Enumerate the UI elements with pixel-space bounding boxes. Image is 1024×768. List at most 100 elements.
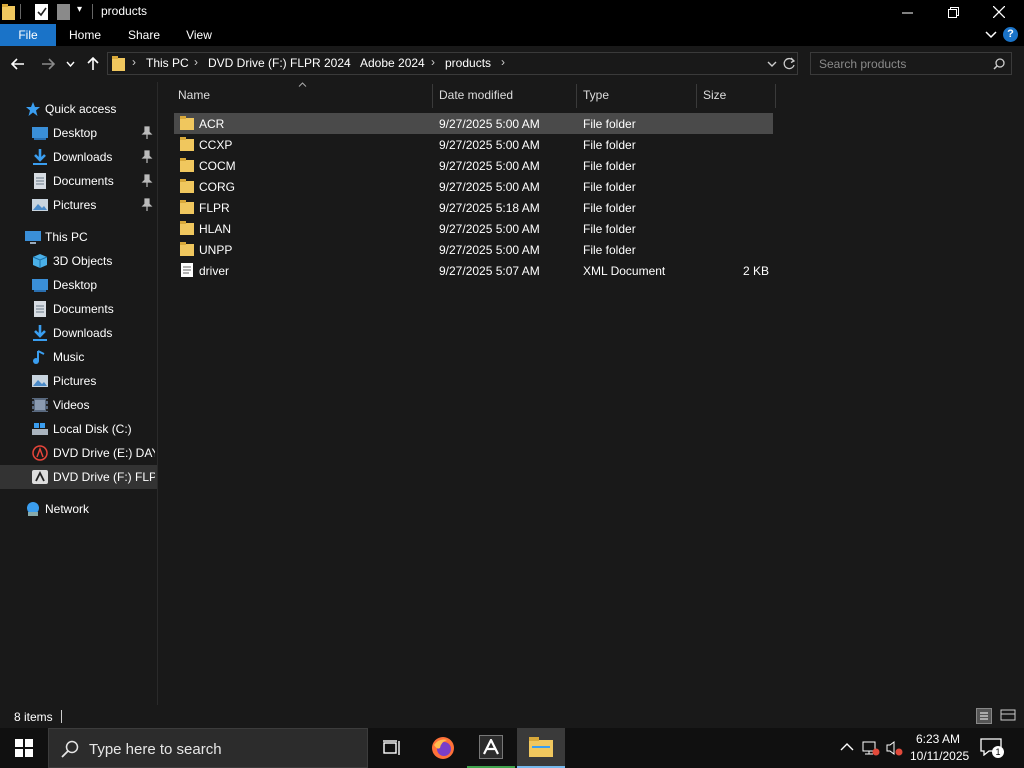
nav-3d-objects[interactable]: 3D Objects [0,249,157,273]
minimize-button[interactable] [884,0,930,24]
recent-locations-button[interactable] [62,54,78,74]
network-icon [27,502,39,516]
forward-button[interactable] [38,54,58,74]
column-divider[interactable] [775,84,776,108]
nav-qa-documents[interactable]: Documents [0,169,157,193]
taskbar-search-box[interactable]: Type here to search [48,728,368,768]
search-icon[interactable] [993,58,1005,70]
folder-icon [2,4,15,20]
nav-label: Quick access [45,102,117,116]
file-type: XML Document [583,264,666,278]
window-title: products [101,4,148,18]
refresh-icon[interactable] [783,57,796,70]
column-divider[interactable] [696,84,697,108]
nav-pictures[interactable]: Pictures [0,369,157,393]
nav-network[interactable]: Network [0,497,157,521]
breadcrumb-this-pc[interactable]: This PC [146,56,189,70]
file-row[interactable]: driver 9/27/2025 5:07 AM XML Document 2 … [174,260,773,281]
file-type: File folder [583,243,636,257]
3d-objects-icon [32,254,48,268]
nav-label: Downloads [53,326,113,340]
nav-qa-desktop[interactable]: Desktop [0,121,157,145]
nav-qa-downloads[interactable]: Downloads [0,145,157,169]
nav-local-disk-c[interactable]: Local Disk (C:) [0,417,157,441]
nav-qa-pictures[interactable]: Pictures [0,193,157,217]
expand-ribbon-icon[interactable] [985,30,997,40]
nav-dvd-drive-e[interactable]: DVD Drive (E:) DAY_ [0,441,157,465]
file-type: File folder [583,201,636,215]
breadcrumb-separator-icon[interactable]: › [501,55,505,69]
computer-icon [25,231,41,244]
nav-label: Downloads [53,150,113,164]
properties-icon[interactable] [35,4,48,20]
item-count: 8 items [14,710,53,724]
taskbar-app-firefox[interactable] [419,728,467,768]
address-bar[interactable]: › This PC › DVD Drive (F:) FLPR 2024 › A… [107,52,798,75]
breadcrumb-separator-icon[interactable]: › [132,55,136,69]
column-header-size[interactable]: Size [703,88,726,102]
show-hidden-icons-chevron-icon[interactable] [840,742,854,751]
large-icons-view-button[interactable] [1000,708,1018,724]
restore-button[interactable] [930,0,976,24]
tab-file[interactable]: File [0,24,56,46]
file-row[interactable]: UNPP 9/27/2025 5:00 AM File folder [174,239,773,260]
chevron-down-icon[interactable] [767,61,777,67]
breadcrumb-separator-icon[interactable]: › [431,55,435,69]
details-view-button[interactable] [976,708,992,724]
customize-qa-icon[interactable]: ▾ [77,4,82,15]
column-divider[interactable] [432,84,433,108]
file-date: 9/27/2025 5:00 AM [439,138,540,152]
tab-home[interactable]: Home [60,24,110,46]
search-input[interactable] [811,53,991,74]
clock-time[interactable]: 6:23 AM [916,732,960,746]
breadcrumb-separator-icon[interactable]: › [346,55,350,69]
notification-center-button[interactable]: 1 [980,738,1004,760]
search-box[interactable] [810,52,1012,75]
tab-share[interactable]: Share [118,24,170,46]
tab-view[interactable]: View [175,24,223,46]
file-row[interactable]: HLAN 9/27/2025 5:00 AM File folder [174,218,773,239]
breadcrumb-separator-icon[interactable]: › [194,55,198,69]
nav-videos[interactable]: Videos [0,393,157,417]
file-row[interactable]: ACR 9/27/2025 5:00 AM File folder [174,113,773,134]
column-header-name[interactable]: Name [178,88,210,102]
breadcrumb-products[interactable]: products [445,56,491,70]
nav-quick-access[interactable]: Quick access [0,97,157,121]
up-button[interactable] [83,54,103,74]
file-row[interactable]: FLPR 9/27/2025 5:18 AM File folder [174,197,773,218]
pin-icon[interactable] [141,174,153,188]
volume-muted-icon[interactable] [886,740,904,756]
pin-icon[interactable] [141,150,153,164]
column-header-type[interactable]: Type [583,88,609,102]
breadcrumb-adobe-2024[interactable]: Adobe 2024 [360,56,425,70]
nav-dvd-drive-f[interactable]: DVD Drive (F:) FLPR [0,465,157,489]
nav-documents[interactable]: Documents [0,297,157,321]
network-status-icon[interactable] [862,740,880,756]
task-view-button[interactable] [368,728,416,768]
column-header-date-modified[interactable]: Date modified [439,88,513,102]
taskbar-search-placeholder: Type here to search [89,741,222,758]
file-row[interactable]: CORG 9/27/2025 5:00 AM File folder [174,176,773,197]
breadcrumb-dvd-drive[interactable]: DVD Drive (F:) FLPR 2024 [208,56,351,70]
help-icon[interactable]: ? [1003,27,1018,42]
file-row[interactable]: CCXP 9/27/2025 5:00 AM File folder [174,134,773,155]
taskbar-app-file-explorer[interactable] [517,728,565,768]
nav-label: Music [53,350,85,364]
nav-downloads[interactable]: Downloads [0,321,157,345]
column-divider[interactable] [576,84,577,108]
pin-icon[interactable] [141,198,153,212]
file-name: FLPR [199,201,230,215]
start-button[interactable] [0,728,48,768]
taskbar-app-adobe[interactable] [467,728,515,768]
clock-date[interactable]: 10/11/2025 [910,749,969,763]
file-row[interactable]: COCM 9/27/2025 5:00 AM File folder [174,155,773,176]
nav-desktop[interactable]: Desktop [0,273,157,297]
new-folder-icon[interactable] [57,4,70,20]
close-button[interactable] [976,0,1022,24]
back-button[interactable] [8,54,28,74]
nav-music[interactable]: Music [0,345,157,369]
navigation-pane: Quick access Desktop Downloads Documents… [0,82,157,705]
nav-this-pc[interactable]: This PC [0,225,157,249]
pin-icon[interactable] [141,126,153,140]
up-arrow-icon [87,57,99,70]
